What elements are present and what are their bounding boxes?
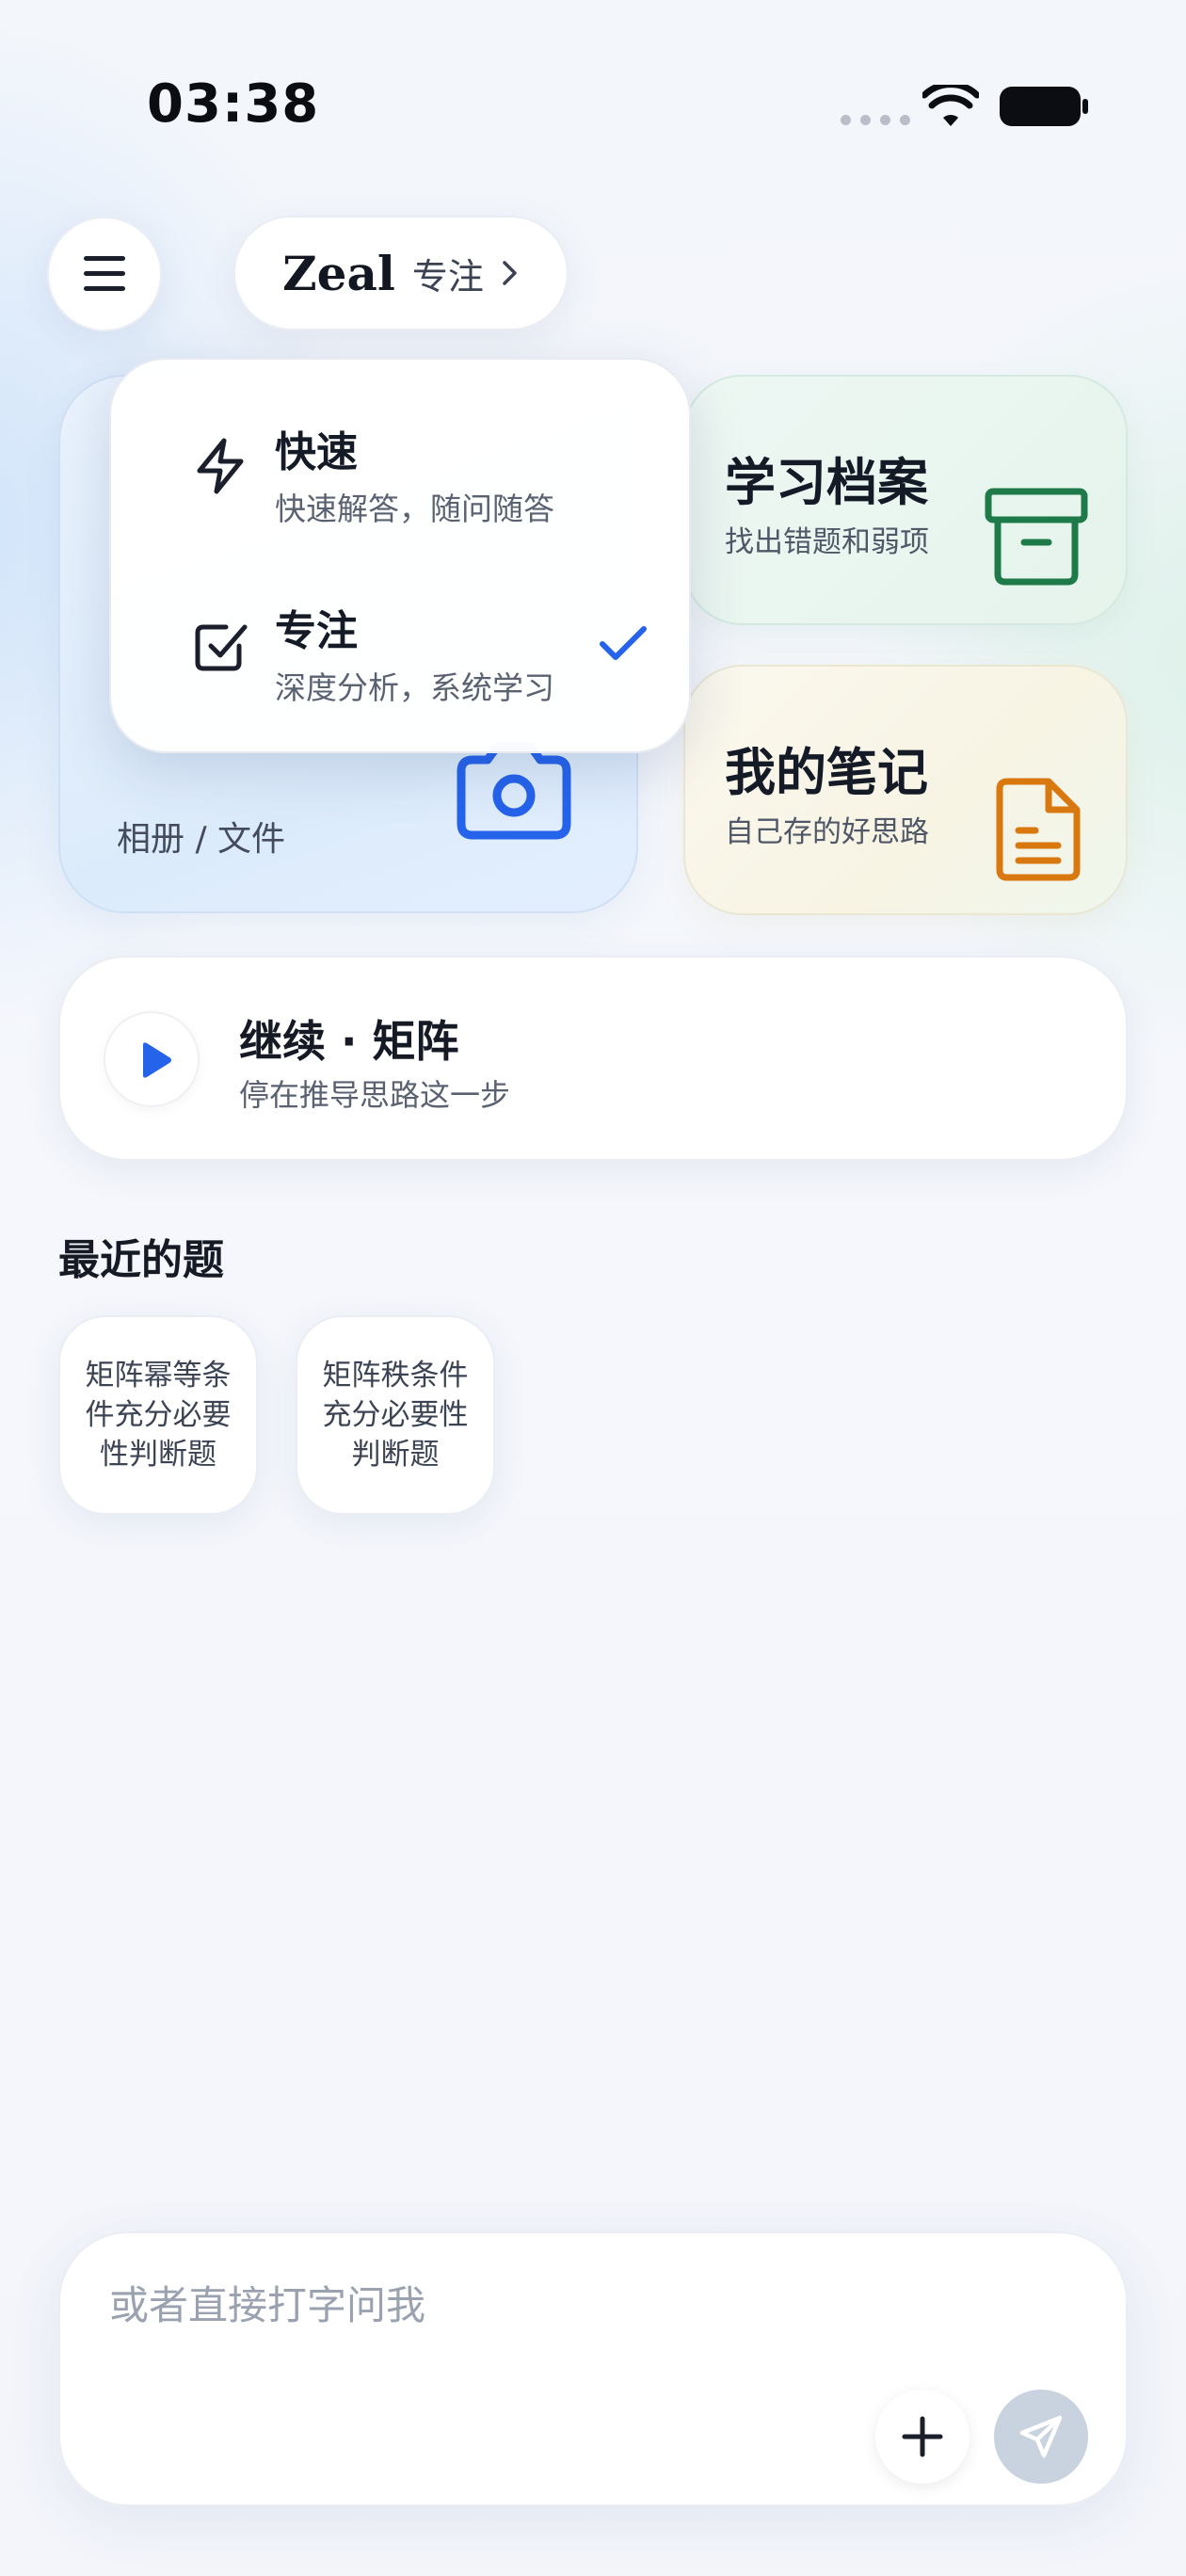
learning-archive-card[interactable]: 学习档案 找出错题和弱项 [683, 375, 1128, 625]
play-icon [143, 1042, 171, 1078]
composer [58, 2231, 1128, 2506]
option-subtitle: 深度分析，系统学习 [275, 669, 554, 706]
menu-button[interactable] [47, 217, 162, 331]
option-title: 快速 [275, 428, 358, 476]
signal-dots-icon [841, 115, 910, 125]
send-button[interactable] [994, 2390, 1088, 2484]
recent-item-label: 矩阵秩条件充分必要性判断题 [322, 1359, 469, 1472]
current-mode-label: 专注 [411, 255, 484, 298]
continue-title: 继续 · 矩阵 [239, 1016, 459, 1067]
archive-title: 学习档案 [725, 453, 928, 512]
plus-icon [902, 2416, 943, 2457]
notes-subtitle: 自己存的好思路 [725, 815, 929, 849]
document-icon [996, 778, 1081, 881]
recent-section-title: 最近的题 [58, 1236, 224, 1284]
send-icon [1019, 2415, 1063, 2458]
continue-subtitle: 停在推导思路这一步 [239, 1077, 511, 1113]
add-attachment-button[interactable] [875, 2390, 970, 2484]
hamburger-menu-icon [84, 256, 125, 291]
mode-option-fast[interactable]: 快速 快速解答，随问随答 [128, 386, 672, 546]
option-subtitle: 快速解答，随问随答 [275, 491, 554, 527]
wifi-icon [922, 85, 979, 126]
checkbox-icon [195, 624, 248, 671]
camera-card-label: 相册 / 文件 [117, 820, 286, 859]
play-button[interactable] [104, 1011, 200, 1107]
mode-dropdown: 快速 快速解答，随问随答 专注 深度分析，系统学习 [109, 358, 691, 753]
continue-learning-card[interactable] [58, 956, 1128, 1161]
chevron-right-icon [503, 261, 517, 285]
mode-selector-button[interactable]: Zeal 专注 [233, 216, 569, 330]
status-time: 03:38 [147, 73, 320, 135]
notes-title: 我的笔记 [725, 743, 928, 802]
checkmark-icon [600, 626, 647, 660]
option-title: 专注 [275, 607, 358, 655]
battery-icon [1000, 87, 1088, 126]
mode-option-focus[interactable]: 专注 深度分析，系统学习 [128, 565, 672, 725]
archive-box-icon [985, 488, 1088, 586]
question-input[interactable] [109, 2277, 956, 2333]
lightning-icon [197, 438, 244, 494]
recent-item[interactable]: 矩阵秩条件充分必要性判断题 [296, 1315, 495, 1515]
my-notes-card[interactable]: 我的笔记 自己存的好思路 [683, 665, 1128, 915]
camera-icon [457, 742, 571, 840]
recent-item[interactable]: 矩阵幂等条件充分必要性判断题 [58, 1315, 258, 1515]
brand-name: Zeal [282, 245, 395, 301]
archive-subtitle: 找出错题和弱项 [725, 525, 929, 559]
recent-item-label: 矩阵幂等条件充分必要性判断题 [85, 1359, 232, 1472]
